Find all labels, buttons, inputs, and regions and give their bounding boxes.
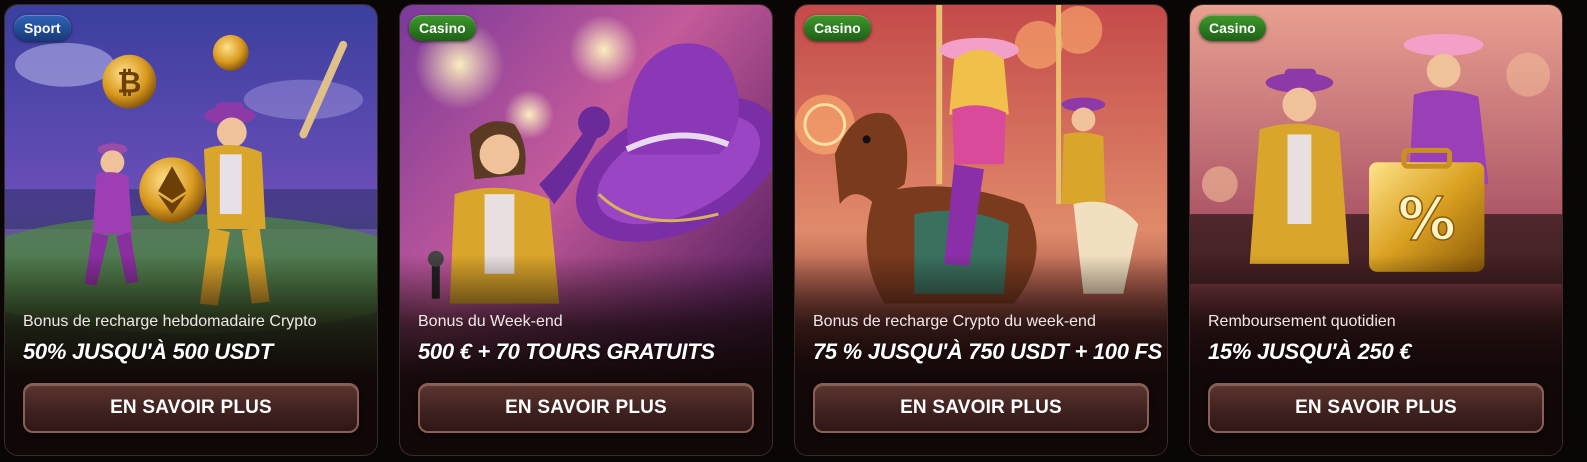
- percent-briefcase-icon: %: [1369, 147, 1485, 272]
- promo-subtitle: Remboursement quotidien: [1208, 313, 1396, 330]
- learn-more-button[interactable]: EN SAVOIR PLUS: [813, 383, 1149, 433]
- promo-subtitle: Bonus du Week-end: [418, 313, 563, 330]
- promo-headline: 500 € + 70 TOURS GRATUITS: [418, 339, 715, 364]
- svg-text:₿: ₿: [117, 66, 141, 101]
- learn-more-button[interactable]: EN SAVOIR PLUS: [23, 383, 359, 433]
- svg-text:%: %: [1398, 185, 1456, 253]
- category-badge: Casino: [804, 15, 871, 41]
- promo-subtitle: Bonus de recharge hebdomadaire Crypto: [23, 313, 317, 330]
- category-badge: Casino: [409, 15, 476, 41]
- promo-card-weekend-bonus[interactable]: Casino Bonus du Week-end 500 € + 70 TOUR…: [399, 4, 773, 456]
- promo-card-weekly-crypto[interactable]: ₿ Sport Bonus de recharge hebdomadaire C…: [4, 4, 378, 456]
- learn-more-button[interactable]: EN SAVOIR PLUS: [1208, 383, 1544, 433]
- promo-headline: 50% JUSQU'À 500 USDT: [23, 339, 273, 364]
- promo-subtitle: Bonus de recharge Crypto du week-end: [813, 313, 1096, 330]
- promo-card-daily-cashback[interactable]: % Casino Remboursement quotidien 15% JUS…: [1189, 4, 1563, 456]
- learn-more-button[interactable]: EN SAVOIR PLUS: [418, 383, 754, 433]
- promo-headline: 75 % JUSQU'À 750 USDT + 100 FS: [813, 339, 1162, 364]
- category-badge: Sport: [14, 15, 71, 41]
- category-badge: Casino: [1199, 15, 1266, 41]
- promo-card-weekend-crypto[interactable]: Casino Bonus de recharge Crypto du week-…: [794, 4, 1168, 456]
- promo-headline: 15% JUSQU'À 250 €: [1208, 339, 1412, 364]
- promotions-row: ₿ Sport Bonus de recharge hebdomadaire C…: [0, 0, 1587, 462]
